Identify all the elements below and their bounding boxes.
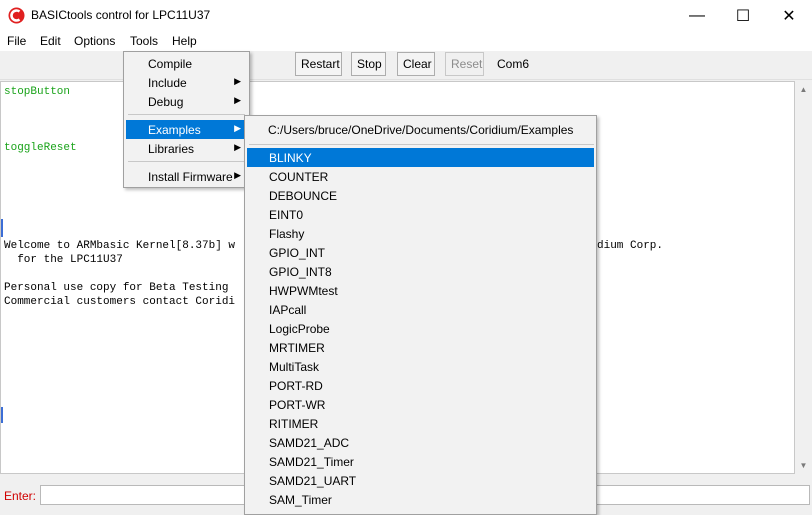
examples-submenu: C:/Users/bruce/OneDrive/Documents/Coridi… — [244, 115, 597, 515]
example-item-label: HWPWMtest — [269, 284, 338, 298]
submenu-arrow-icon: ▶ — [234, 95, 241, 105]
example-item-label: LogicProbe — [269, 322, 330, 336]
window-title: BASICtools control for LPC11U37 — [31, 8, 211, 22]
example-item[interactable]: SCTIMER — [247, 509, 594, 514]
tools-debug[interactable]: Debug ▶ — [126, 92, 247, 111]
minimize-button[interactable]: — — [674, 0, 720, 31]
example-item[interactable]: MultiTask — [247, 357, 594, 376]
menu-edit[interactable]: Edit — [40, 34, 61, 48]
examples-folder-path[interactable]: C:/Users/bruce/OneDrive/Documents/Coridi… — [268, 123, 573, 137]
example-item[interactable]: SAM_Timer — [247, 490, 594, 509]
tools-examples[interactable]: Examples ▶ — [126, 120, 247, 139]
com-port-label: Com6 — [497, 57, 530, 71]
console-line-togglereset: toggleReset — [4, 142, 77, 154]
menu-item-label: Libraries — [148, 142, 195, 156]
reset-button[interactable]: Reset — [445, 52, 484, 76]
example-item-label: SAMD21_Timer — [269, 455, 354, 469]
example-item-label: MultiTask — [269, 360, 320, 374]
example-item-label: GPIO_INT — [269, 246, 326, 260]
scroll-down-arrow-icon[interactable]: ▼ — [795, 457, 812, 474]
console-line-target: for the LPC11U37 — [4, 254, 123, 266]
example-item-label: PORT-RD — [269, 379, 323, 393]
example-item-label: EINT0 — [269, 208, 304, 222]
console-line-commercial: Commercial customers contact Coridi — [4, 296, 236, 308]
close-button[interactable]: ✕ — [766, 0, 812, 31]
menu-options[interactable]: Options — [74, 34, 115, 48]
restart-button[interactable]: Restart — [295, 52, 342, 76]
example-item[interactable]: MRTIMER — [247, 338, 594, 357]
scroll-up-arrow-icon[interactable]: ▲ — [795, 81, 812, 98]
example-item-label: BLINKY — [269, 151, 312, 165]
console-scrollbar[interactable]: ▲ ▼ — [795, 81, 812, 474]
example-item[interactable]: HWPWMtest — [247, 281, 594, 300]
menu-item-label: Examples — [148, 123, 201, 137]
example-item[interactable]: LogicProbe — [247, 319, 594, 338]
example-item-label: IAPcall — [269, 303, 307, 317]
menu-tools[interactable]: Tools — [130, 34, 158, 48]
enter-label: Enter: — [4, 489, 37, 503]
tools-compile[interactable]: Compile — [126, 54, 247, 73]
example-item-label: SAMD21_ADC — [269, 436, 350, 450]
menu-help[interactable]: Help — [172, 34, 197, 48]
example-item[interactable]: GPIO_INT — [247, 243, 594, 262]
submenu-arrow-icon: ▶ — [234, 170, 241, 180]
menu-file[interactable]: File — [7, 34, 26, 48]
maximize-button[interactable]: ☐ — [720, 0, 766, 31]
example-item-label: COUNTER — [269, 170, 329, 184]
example-item[interactable]: SAMD21_UART — [247, 471, 594, 490]
example-item[interactable]: BLINKY — [247, 148, 594, 167]
clear-button[interactable]: Clear — [397, 52, 435, 76]
menu-item-label: Compile — [148, 57, 193, 71]
menu-item-label: Include — [148, 76, 187, 90]
left-margin-marker — [1, 407, 3, 423]
submenu-arrow-icon: ▶ — [234, 123, 241, 133]
example-item[interactable]: PORT-RD — [247, 376, 594, 395]
example-item-label: Flashy — [269, 227, 305, 241]
coridium-logo-icon — [8, 7, 25, 24]
submenu-arrow-icon: ▶ — [234, 76, 241, 86]
menu-bar: File Edit Options Tools Help — [0, 31, 812, 51]
menu-separator — [128, 114, 245, 115]
example-item[interactable]: PORT-WR — [247, 395, 594, 414]
example-item[interactable]: DEBOUNCE — [247, 186, 594, 205]
tools-install-firmware[interactable]: Install Firmware ▶ — [126, 167, 247, 186]
example-item-label: SAMD21_UART — [269, 474, 357, 488]
menu-separator — [128, 161, 245, 162]
submenu-arrow-icon: ▶ — [234, 142, 241, 152]
example-item[interactable]: EINT0 — [247, 205, 594, 224]
stop-button[interactable]: Stop — [351, 52, 386, 76]
example-item[interactable]: SAMD21_Timer — [247, 452, 594, 471]
console-line-welcome-tail: dium Corp. — [597, 240, 664, 252]
menu-item-label: Debug — [148, 95, 184, 109]
console-line-welcome: Welcome to ARMbasic Kernel[8.37b] w — [4, 240, 236, 252]
tools-include[interactable]: Include ▶ — [126, 73, 247, 92]
example-item[interactable]: Flashy — [247, 224, 594, 243]
title-bar: BASICtools control for LPC11U37 — ☐ ✕ — [0, 0, 812, 31]
example-item[interactable]: COUNTER — [247, 167, 594, 186]
menu-separator — [249, 144, 594, 145]
tools-libraries[interactable]: Libraries ▶ — [126, 139, 247, 158]
example-item[interactable]: RITIMER — [247, 414, 594, 433]
example-item-label: RITIMER — [269, 417, 319, 431]
example-item-label: GPIO_INT8 — [269, 265, 332, 279]
console-line-personal: Personal use copy for Beta Testing — [4, 282, 229, 294]
example-item-label: DEBOUNCE — [269, 189, 338, 203]
tools-menu: Compile Include ▶ Debug ▶ Examples ▶ Lib… — [123, 51, 250, 188]
example-item[interactable]: GPIO_INT8 — [247, 262, 594, 281]
example-item-label: PORT-WR — [269, 398, 326, 412]
example-item-label: SAM_Timer — [269, 493, 332, 507]
example-item[interactable]: IAPcall — [247, 300, 594, 319]
menu-item-label: Install Firmware — [148, 170, 233, 184]
example-item-label: MRTIMER — [269, 341, 325, 355]
left-margin-marker — [1, 219, 3, 237]
toolbar: Restart Stop Clear Reset Com6 — [0, 51, 812, 80]
console-line-stopbutton: stopButton — [4, 86, 71, 98]
example-item[interactable]: SAMD21_ADC — [247, 433, 594, 452]
